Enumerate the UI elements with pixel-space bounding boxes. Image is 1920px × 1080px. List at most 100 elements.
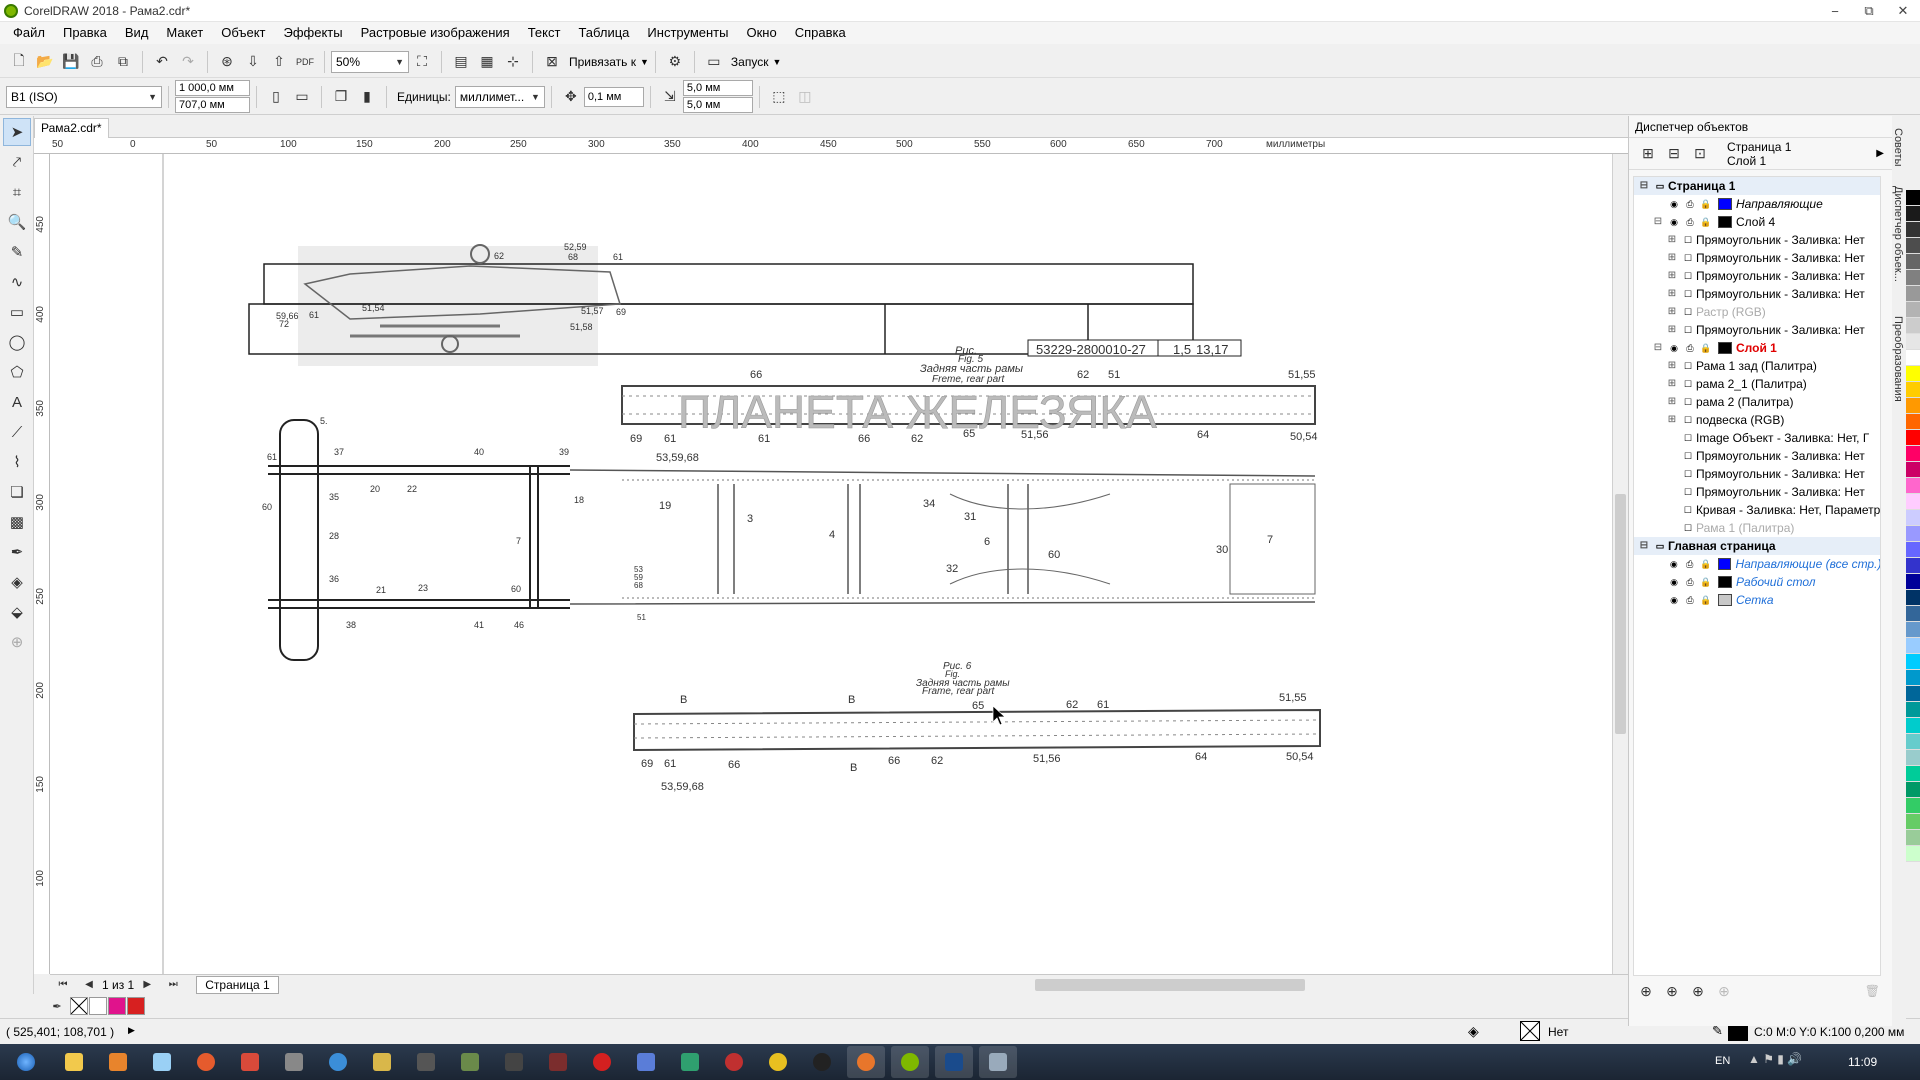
page-height-field[interactable]: [175, 97, 250, 113]
eye-icon[interactable]: ◉: [1668, 342, 1680, 354]
app-taskbar-icon[interactable]: [275, 1046, 313, 1078]
lock-icon[interactable]: 🔒: [1700, 198, 1712, 210]
lock-icon[interactable]: 🔒: [1700, 216, 1712, 228]
portrait-icon[interactable]: ▯: [265, 86, 287, 108]
tray-icons[interactable]: ▲ ⚑ ▮ 🔊: [1748, 1052, 1802, 1066]
tree-item-row[interactable]: ⊞ ☐ Прямоугольник - Заливка: Нет: [1634, 249, 1880, 267]
app-taskbar-icon[interactable]: [495, 1046, 533, 1078]
parallel-dimension-icon[interactable]: ⟋: [3, 418, 31, 446]
redo-icon[interactable]: ↷: [177, 51, 199, 73]
palette-swatch[interactable]: [1906, 830, 1920, 846]
crop-tool-icon[interactable]: ⌗: [3, 178, 31, 206]
palette-swatch[interactable]: [1906, 638, 1920, 654]
palette-swatch[interactable]: [1906, 686, 1920, 702]
palette-swatch[interactable]: [1906, 222, 1920, 238]
artistic-media-icon[interactable]: ∿: [3, 268, 31, 296]
expand-toggle-icon[interactable]: ⊞: [1666, 393, 1678, 411]
eye-icon[interactable]: ◉: [1668, 216, 1680, 228]
app-taskbar-icon[interactable]: [319, 1046, 357, 1078]
customize-toolbox-icon[interactable]: ⊕: [3, 628, 31, 656]
layer-color-swatch[interactable]: [1718, 216, 1732, 228]
smart-fill-icon[interactable]: ⬙: [3, 598, 31, 626]
tree-item-row[interactable]: ◉ ⎙ 🔒 Направляющие (все стр.): [1634, 555, 1880, 573]
expand-toggle-icon[interactable]: ⊟: [1638, 177, 1650, 195]
clock[interactable]: 11:09: [1848, 1055, 1877, 1069]
units-combo[interactable]: миллимет... ▼: [454, 85, 545, 108]
palette-swatch[interactable]: [1906, 814, 1920, 830]
tree-page-row[interactable]: ⊟ ▭ Главная страница: [1634, 537, 1880, 555]
page-options-icon[interactable]: ◫: [794, 86, 816, 108]
launch-button[interactable]: Запуск: [731, 55, 769, 69]
photoshop-taskbar-icon[interactable]: [935, 1046, 973, 1078]
palette-swatch[interactable]: [1906, 766, 1920, 782]
lock-icon[interactable]: 🔒: [1700, 558, 1712, 570]
expand-toggle-icon[interactable]: ⊞: [1666, 321, 1678, 339]
new-master-layer-all-icon[interactable]: ⊕: [1687, 980, 1709, 1002]
show-guidelines-icon[interactable]: ⊹: [502, 51, 524, 73]
new-master-layer-odd-icon[interactable]: ⊕: [1713, 980, 1735, 1002]
page-width-field[interactable]: [175, 80, 250, 96]
object-manager-tab[interactable]: Диспетчер объек...: [1892, 186, 1904, 282]
tree-item-row[interactable]: ⊞ ☐ рама 2 (Палитра): [1634, 393, 1880, 411]
fill-none-swatch[interactable]: [1520, 1021, 1540, 1041]
palette-swatch[interactable]: [1906, 494, 1920, 510]
tree-item-row[interactable]: ☐ Image Объект - Заливка: Нет, Г: [1634, 429, 1880, 447]
palette-swatch[interactable]: [1906, 190, 1920, 206]
print-icon[interactable]: ⎙: [86, 51, 108, 73]
app-taskbar-icon[interactable]: [671, 1046, 709, 1078]
tree-item-row[interactable]: ⊞ ☐ рама 2_1 (Палитра): [1634, 375, 1880, 393]
interactive-fill-icon[interactable]: ◈: [3, 568, 31, 596]
palette-swatch[interactable]: [1906, 414, 1920, 430]
all-pages-icon[interactable]: ❐: [330, 86, 352, 108]
app-taskbar-icon[interactable]: [363, 1046, 401, 1078]
eyedropper-tool-icon[interactable]: ✒: [3, 538, 31, 566]
save-icon[interactable]: 💾: [60, 51, 82, 73]
tree-item-row[interactable]: ⊞ ☐ Прямоугольник - Заливка: Нет: [1634, 321, 1880, 339]
menu-object[interactable]: Объект: [212, 22, 274, 44]
show-grid-icon[interactable]: ▦: [476, 51, 498, 73]
firefox-taskbar-icon[interactable]: [187, 1046, 225, 1078]
layer-color-swatch[interactable]: [1718, 342, 1732, 354]
zoom-tool-icon[interactable]: 🔍: [3, 208, 31, 236]
print-icon[interactable]: ⎙: [1684, 558, 1696, 570]
close-button[interactable]: ✕: [1886, 0, 1920, 22]
transformations-tab[interactable]: Преобразования: [1892, 316, 1904, 402]
palette-swatch[interactable]: [1906, 462, 1920, 478]
freehand-tool-icon[interactable]: ✎: [3, 238, 31, 266]
palette-swatch[interactable]: [1906, 238, 1920, 254]
print-icon[interactable]: ⎙: [1684, 594, 1696, 606]
tree-item-row[interactable]: ☐ Рама 1 (Палитра): [1634, 519, 1880, 537]
application-launcher-icon[interactable]: ▭: [703, 51, 725, 73]
polygon-tool-icon[interactable]: ⬠: [3, 358, 31, 386]
palette-swatch[interactable]: [1906, 302, 1920, 318]
show-properties-icon[interactable]: ⊟: [1663, 143, 1685, 165]
media-player-taskbar-icon[interactable]: [99, 1046, 137, 1078]
shape-tool-icon[interactable]: ⤤: [3, 148, 31, 176]
panel-menu-icon[interactable]: ▶: [1876, 148, 1884, 159]
tree-item-row[interactable]: ⊞ ☐ Прямоугольник - Заливка: Нет: [1634, 285, 1880, 303]
menu-text[interactable]: Текст: [519, 22, 570, 44]
expand-toggle-icon[interactable]: ⊞: [1666, 231, 1678, 249]
tree-item-row[interactable]: ◉ ⎙ 🔒 Рабочий стол: [1634, 573, 1880, 591]
tree-item-row[interactable]: ⊞ ☐ Рама 1 зад (Палитра): [1634, 357, 1880, 375]
page-size-combo[interactable]: B1 (ISO) ▼: [6, 85, 162, 108]
layer-color-swatch[interactable]: [1718, 576, 1732, 588]
full-screen-icon[interactable]: ⛶: [411, 51, 433, 73]
options-gear-icon[interactable]: ⚙: [664, 51, 686, 73]
menu-view[interactable]: Вид: [116, 22, 158, 44]
publish-pdf-icon[interactable]: PDF: [294, 51, 316, 73]
app-taskbar-icon[interactable]: [627, 1046, 665, 1078]
palette-swatch[interactable]: [1906, 366, 1920, 382]
palette-swatch[interactable]: [1906, 286, 1920, 302]
lock-icon[interactable]: 🔒: [1700, 576, 1712, 588]
eye-icon[interactable]: ◉: [1668, 558, 1680, 570]
app-taskbar-icon[interactable]: [715, 1046, 753, 1078]
palette-swatch[interactable]: [1906, 846, 1920, 862]
expand-toggle-icon[interactable]: ⊞: [1666, 249, 1678, 267]
palette-swatch[interactable]: [1906, 350, 1920, 366]
print-icon[interactable]: ⎙: [1684, 216, 1696, 228]
eye-icon[interactable]: ◉: [1668, 594, 1680, 606]
palette-swatch[interactable]: [1906, 206, 1920, 222]
minimize-button[interactable]: −: [1818, 0, 1852, 22]
palette-swatch[interactable]: [1906, 446, 1920, 462]
